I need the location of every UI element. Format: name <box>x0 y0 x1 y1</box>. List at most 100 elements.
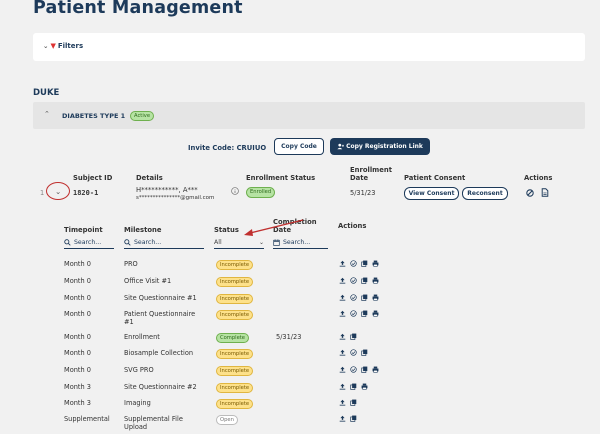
print-icon[interactable] <box>372 366 379 373</box>
study-row[interactable]: ⌃ DIABETES TYPE 1 Active <box>33 102 585 129</box>
copy-code-label: Copy Code <box>281 143 317 150</box>
print-icon[interactable] <box>372 260 379 267</box>
copy-icon[interactable] <box>361 349 368 356</box>
milestone-name: Supplemental File Upload <box>124 415 183 431</box>
copy-icon[interactable] <box>350 399 357 406</box>
col-patient-consent: Patient Consent <box>404 174 466 182</box>
upload-icon[interactable] <box>339 294 346 301</box>
col-enrollment-date: Enrollment Date <box>350 166 392 182</box>
check-circle-icon[interactable] <box>350 277 357 284</box>
milestone-timepoint: Month 0 <box>64 333 91 341</box>
document-icon[interactable] <box>541 188 549 197</box>
milestone-actions <box>339 415 357 422</box>
enrollment-date: 5/31/23 <box>350 189 376 197</box>
milestone-status-badge: Incomplete <box>216 293 254 305</box>
milestone-completion-date: 5/31/23 <box>276 333 302 341</box>
view-consent-button[interactable]: View Consent <box>404 187 459 200</box>
copy-icon[interactable] <box>361 277 368 284</box>
filters-panel[interactable]: ⌄ ▼ Filters <box>33 33 585 61</box>
search-placeholder: Search... <box>74 239 102 246</box>
col-enrollment-status: Enrollment Status <box>246 174 316 182</box>
copy-icon[interactable] <box>350 333 357 340</box>
upload-icon[interactable] <box>339 277 346 284</box>
milestone-name: SVG PRO <box>124 366 154 374</box>
copy-code-button[interactable]: Copy Code <box>274 138 324 155</box>
reconsent-button[interactable]: Reconsent <box>462 187 508 200</box>
milestone-name: Enrollment <box>124 333 160 341</box>
check-circle-icon[interactable] <box>350 260 357 267</box>
check-circle-icon[interactable] <box>350 294 357 301</box>
milestone-search-input[interactable]: Search... <box>124 237 204 249</box>
upload-icon[interactable] <box>339 310 346 317</box>
search-placeholder: Search... <box>283 239 311 246</box>
check-circle-icon[interactable] <box>350 310 357 317</box>
filters-toggle[interactable]: ⌄ ▼ Filters <box>43 42 83 50</box>
milestone-name: Biosample Collection <box>124 349 194 357</box>
upload-icon[interactable] <box>339 383 346 390</box>
print-icon[interactable] <box>361 383 368 390</box>
filter-icon: ▼ <box>50 42 56 50</box>
print-icon[interactable] <box>372 277 379 284</box>
upload-icon[interactable] <box>339 366 346 373</box>
copy-registration-link-label: Copy Registration Link <box>346 143 423 150</box>
milestone-status-badge: Incomplete <box>216 259 254 271</box>
check-circle-icon[interactable] <box>350 349 357 356</box>
upload-icon[interactable] <box>339 260 346 267</box>
timepoint-search-input[interactable]: Search... <box>64 237 114 249</box>
milestone-timepoint: Month 0 <box>64 366 91 374</box>
print-icon[interactable] <box>372 294 379 301</box>
col-subject-id: Subject ID <box>73 174 113 182</box>
col-details: Details <box>136 174 163 182</box>
status-filter-value: All <box>214 239 222 246</box>
copy-icon[interactable] <box>361 294 368 301</box>
block-icon[interactable] <box>526 189 534 197</box>
milestone-actions <box>339 349 368 356</box>
subject-id: 1820-1 <box>73 189 99 197</box>
upload-icon[interactable] <box>339 349 346 356</box>
upload-icon[interactable] <box>339 415 346 422</box>
milestone-timepoint: Month 3 <box>64 383 91 391</box>
copy-icon[interactable] <box>361 310 368 317</box>
milestone-actions <box>339 333 357 340</box>
info-icon[interactable] <box>231 187 239 195</box>
copy-icon[interactable] <box>350 415 357 422</box>
upload-icon[interactable] <box>339 333 346 340</box>
status-filter-select[interactable]: All ⌄ <box>214 237 264 249</box>
milestone-actions <box>339 366 379 373</box>
copy-icon[interactable] <box>361 366 368 373</box>
page-title: Patient Management <box>33 0 243 18</box>
patient-name: H***********, A*** <box>136 186 198 194</box>
milestone-timepoint: Supplemental <box>64 415 110 423</box>
study-status-badge: Active <box>130 110 155 122</box>
milestone-status-badge: Incomplete <box>216 309 254 321</box>
col-timepoint: Timepoint <box>64 226 103 234</box>
annotation-arrow <box>244 219 304 236</box>
milestone-timepoint: Month 0 <box>64 349 91 357</box>
milestone-status-badge: Complete <box>216 332 250 344</box>
chevron-down-icon: ⌄ <box>258 239 264 246</box>
print-icon[interactable] <box>372 310 379 317</box>
milestone-name: Site Questionnaire #2 <box>124 383 197 391</box>
milestone-status-badge: Open <box>216 414 238 426</box>
copy-registration-link-button[interactable]: Copy Registration Link <box>330 138 430 155</box>
milestone-status-badge: Incomplete <box>216 276 254 288</box>
completion-date-search-input[interactable]: Search... <box>273 237 328 249</box>
milestone-status-badge: Incomplete <box>216 365 254 377</box>
col-milestone: Milestone <box>124 226 162 234</box>
site-heading: DUKE <box>33 88 60 98</box>
col-milestone-actions: Actions <box>338 222 367 230</box>
copy-icon[interactable] <box>350 383 357 390</box>
milestone-actions <box>339 310 379 317</box>
milestone-name: Office Visit #1 <box>124 277 172 285</box>
upload-icon[interactable] <box>339 399 346 406</box>
col-status: Status <box>214 226 239 234</box>
chevron-up-icon[interactable]: ⌃ <box>44 110 50 118</box>
search-icon <box>64 239 71 246</box>
calendar-icon <box>273 239 280 246</box>
invite-code: Invite Code: CRUIUO <box>188 144 267 152</box>
milestone-timepoint: Month 0 <box>64 294 91 302</box>
check-circle-icon[interactable] <box>350 366 357 373</box>
milestone-status-badge: Incomplete <box>216 382 254 394</box>
copy-icon[interactable] <box>361 260 368 267</box>
enrollment-status-badge: Enrolled <box>246 187 276 198</box>
